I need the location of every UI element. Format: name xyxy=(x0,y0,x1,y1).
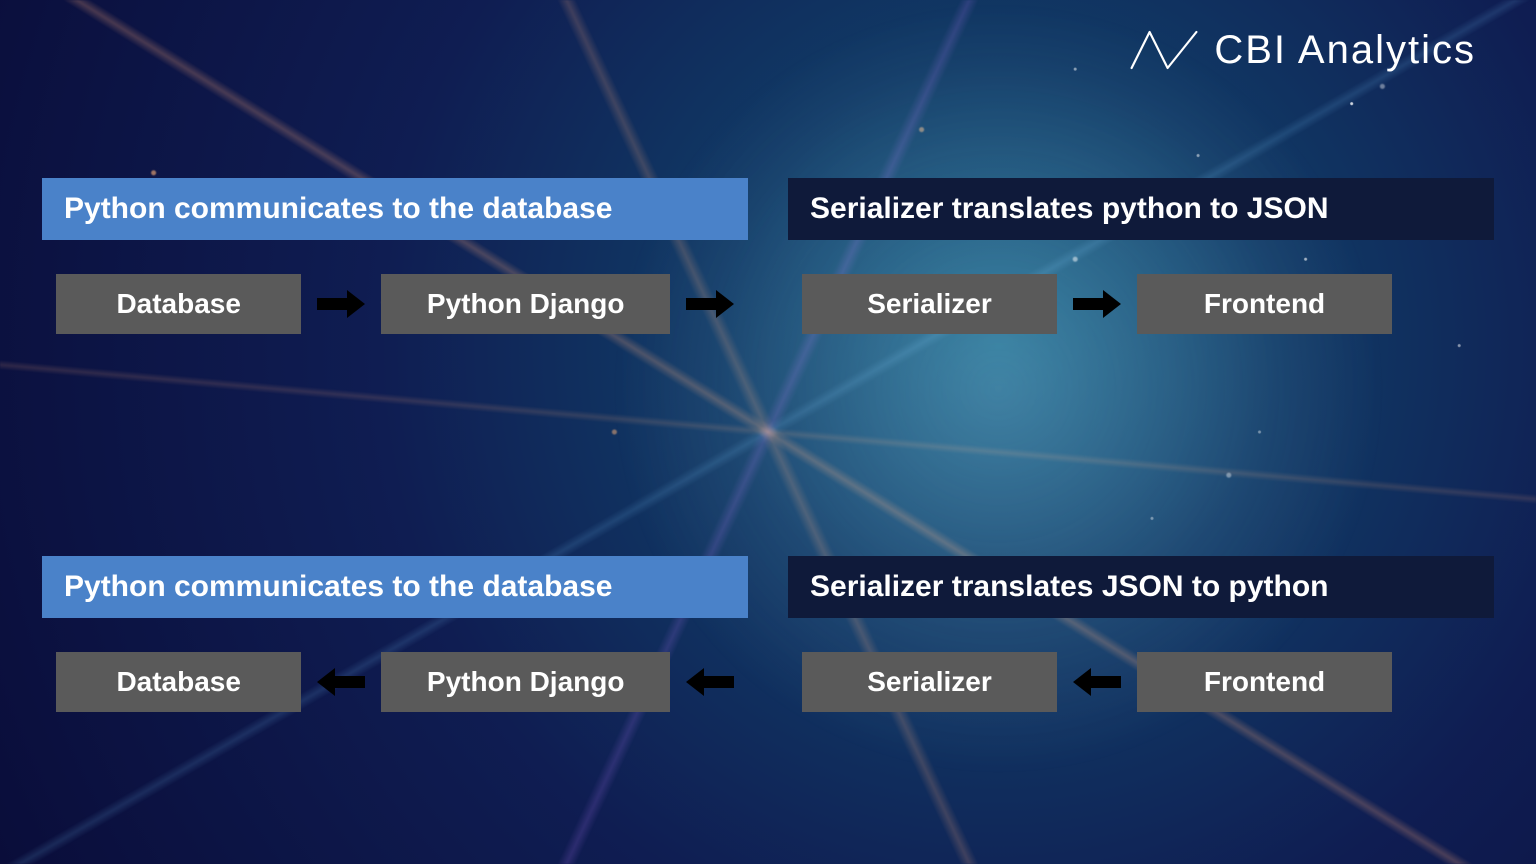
boxes-right: Serializer Frontend xyxy=(788,274,1494,334)
arrow-left-icon xyxy=(317,668,365,696)
flow-right-group: Serializer translates python to JSON Ser… xyxy=(788,178,1494,334)
banner-python-db: Python communicates to the database xyxy=(42,178,748,240)
flow-row-read: Python communicates to the database Data… xyxy=(42,178,1494,334)
logo-text: CBI Analytics xyxy=(1214,28,1476,73)
banner-serializer-json: Serializer translates python to JSON xyxy=(788,178,1494,240)
flow-row-write: Python communicates to the database Data… xyxy=(42,556,1494,712)
logo-wave-icon xyxy=(1128,24,1200,76)
banner-serializer-python: Serializer translates JSON to python xyxy=(788,556,1494,618)
brand-logo: CBI Analytics xyxy=(1128,24,1476,76)
arrow-right-icon xyxy=(686,290,734,318)
box-python-django: Python Django xyxy=(381,652,670,712)
box-database: Database xyxy=(56,652,301,712)
flow-right-group: Serializer translates JSON to python Ser… xyxy=(788,556,1494,712)
arrow-left-icon xyxy=(686,668,734,696)
flow-left-group: Python communicates to the database Data… xyxy=(42,556,748,712)
box-frontend: Frontend xyxy=(1137,652,1392,712)
boxes-right: Serializer Frontend xyxy=(788,652,1494,712)
banner-python-db: Python communicates to the database xyxy=(42,556,748,618)
boxes-left: Database Python Django xyxy=(42,652,748,712)
boxes-left: Database Python Django xyxy=(42,274,748,334)
box-serializer: Serializer xyxy=(802,652,1057,712)
arrow-left-icon xyxy=(1073,668,1121,696)
box-serializer: Serializer xyxy=(802,274,1057,334)
background-particles xyxy=(0,0,1536,864)
arrow-right-icon xyxy=(1073,290,1121,318)
box-python-django: Python Django xyxy=(381,274,670,334)
arrow-right-icon xyxy=(317,290,365,318)
box-database: Database xyxy=(56,274,301,334)
flow-left-group: Python communicates to the database Data… xyxy=(42,178,748,334)
box-frontend: Frontend xyxy=(1137,274,1392,334)
